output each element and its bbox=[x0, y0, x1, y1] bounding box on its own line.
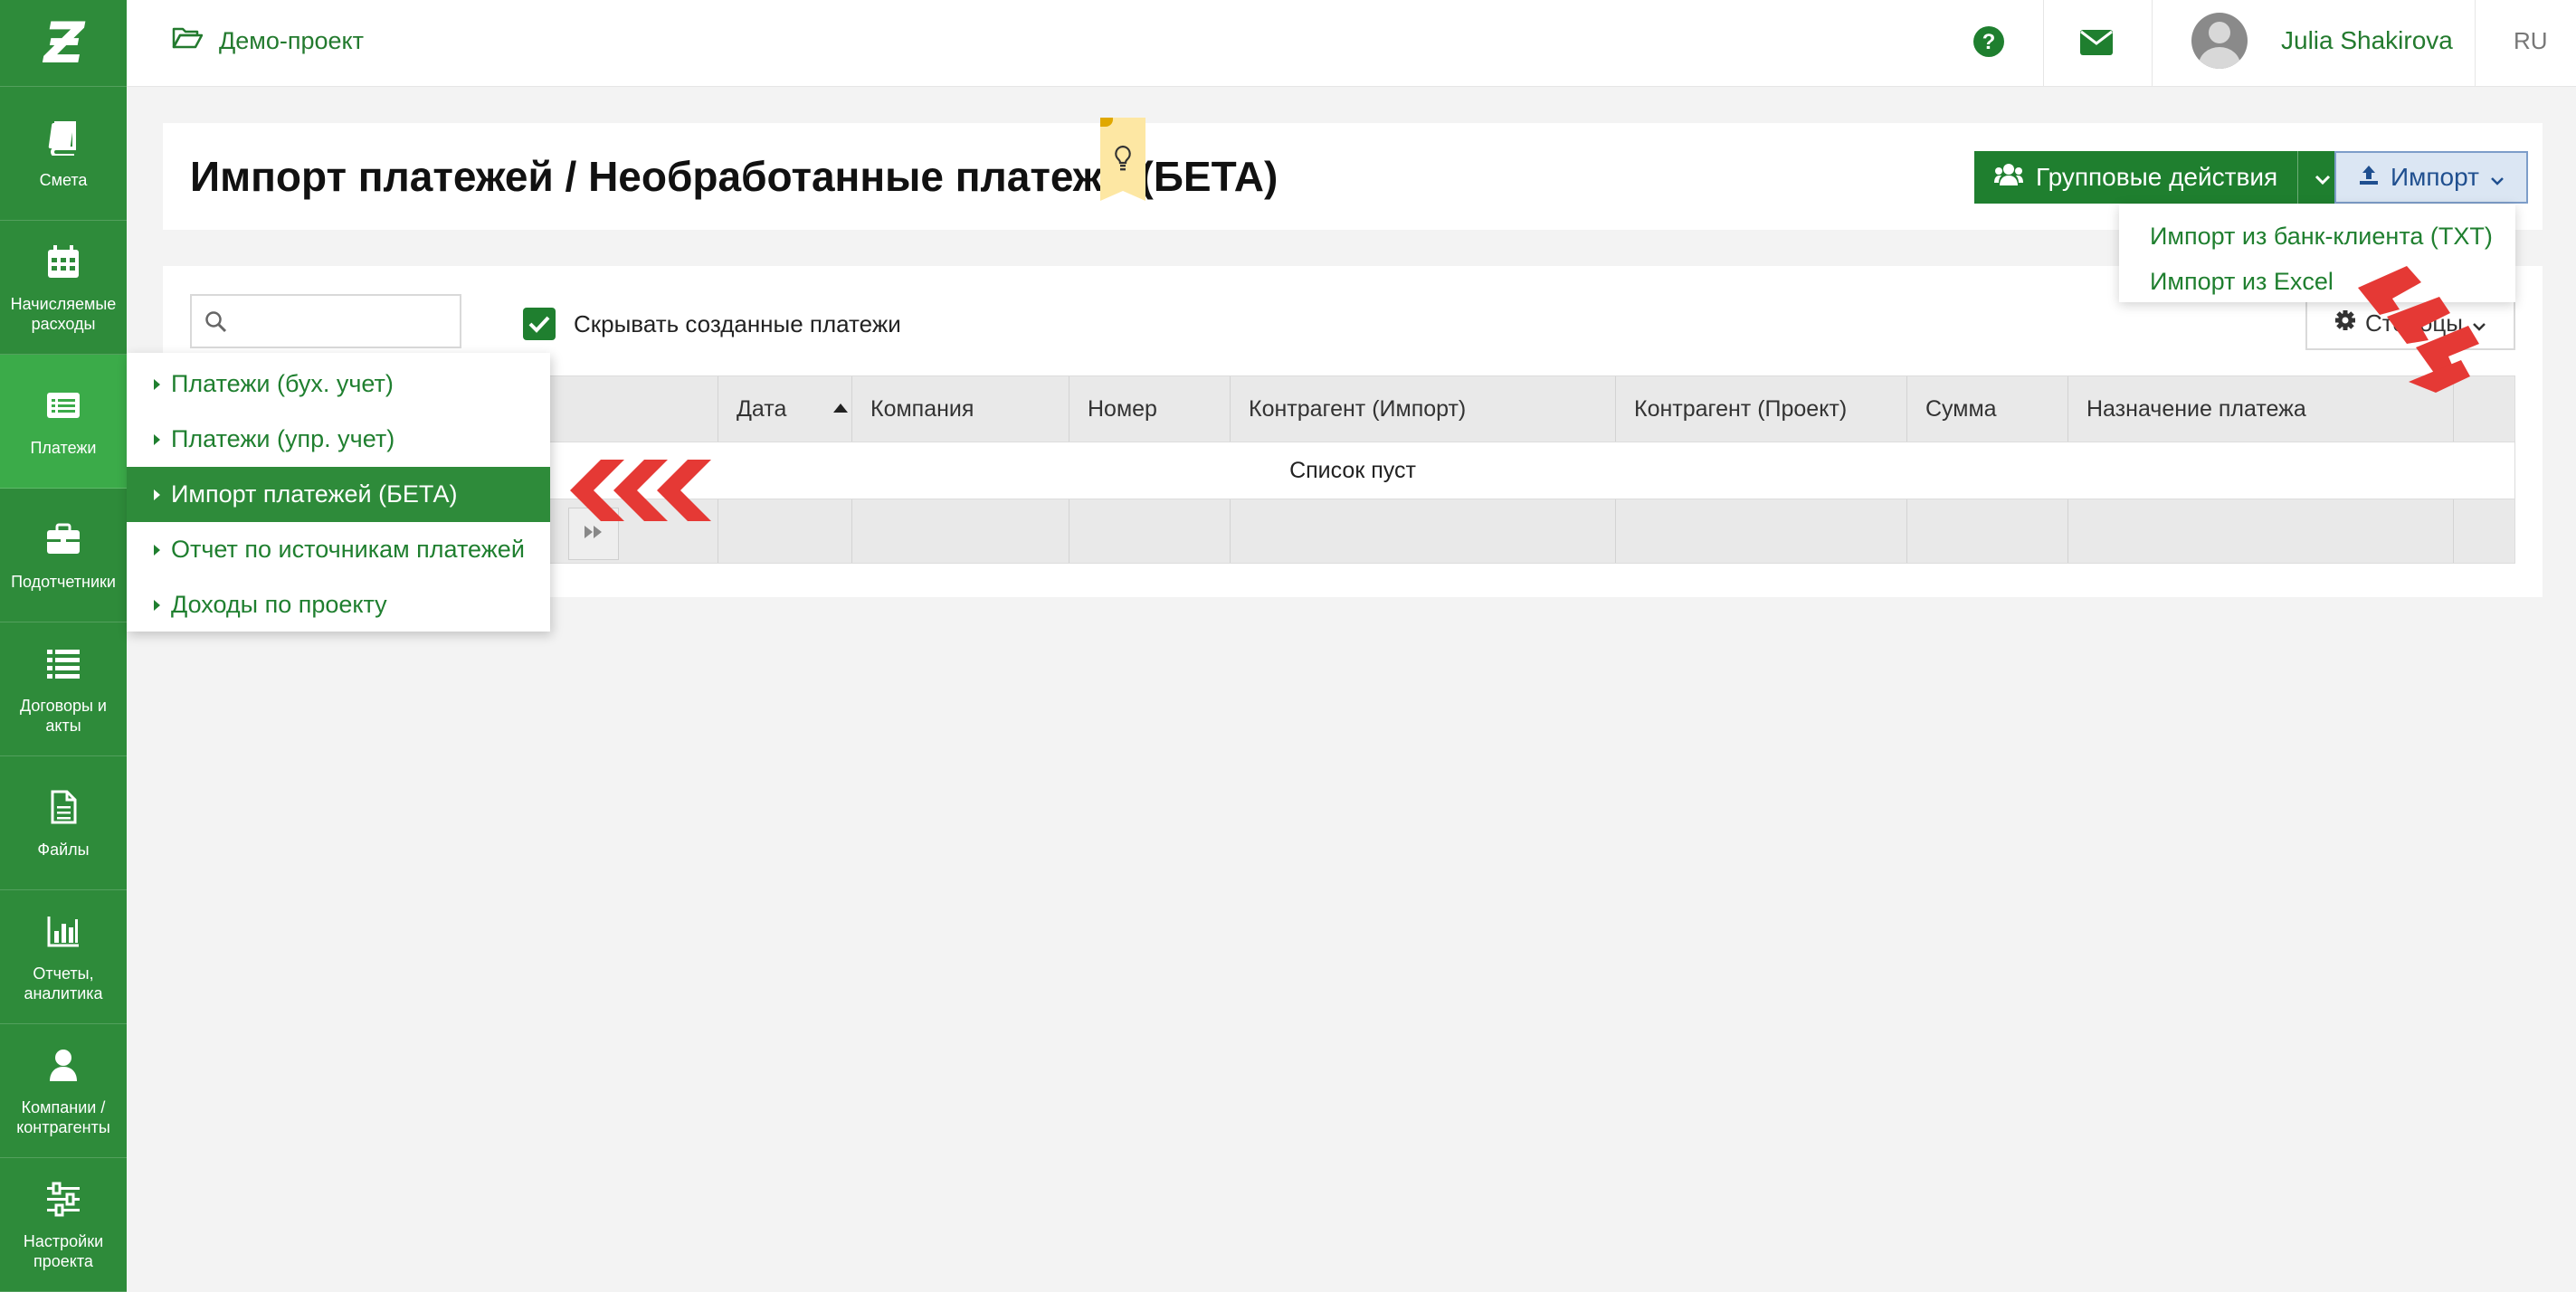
hide-created-payments-label: Скрывать созданные платежи bbox=[574, 309, 901, 337]
column-header-counterparty-import[interactable]: Контрагент (Импорт) bbox=[1230, 376, 1615, 442]
briefcase-icon bbox=[43, 519, 83, 559]
upload-icon bbox=[2358, 163, 2380, 192]
column-header-label: Сумма bbox=[1925, 396, 1997, 422]
sidebar-item-contracts[interactable]: Договоры и акты bbox=[0, 622, 127, 756]
mail-icon[interactable] bbox=[2079, 29, 2114, 61]
annotation-arrow-up-left bbox=[2358, 266, 2479, 393]
sidebar-item-accountable-persons[interactable]: Подотчетники bbox=[0, 489, 127, 622]
help-icon[interactable]: ? bbox=[1972, 25, 2005, 62]
column-header-label: Назначение платежа bbox=[2086, 396, 2306, 422]
sidebar-item-estimate[interactable]: Смета bbox=[0, 87, 127, 221]
column-header-date[interactable]: Дата bbox=[718, 376, 851, 442]
column-header-number[interactable]: Номер bbox=[1069, 376, 1230, 442]
caret-right-icon bbox=[154, 489, 160, 500]
sidebar-item-project-settings[interactable]: Настройки проекта bbox=[0, 1158, 127, 1292]
sidebar-item-label: Смета bbox=[39, 170, 88, 189]
users-icon bbox=[1994, 163, 2023, 193]
column-header-amount[interactable]: Сумма bbox=[1906, 376, 2067, 442]
app-logo[interactable]: Ƶ bbox=[0, 0, 127, 87]
list-icon bbox=[43, 643, 83, 683]
search-icon bbox=[204, 310, 228, 338]
caret-right-icon bbox=[154, 378, 160, 390]
import-from-bank-client-item[interactable]: Импорт из банк-клиента (TXT) bbox=[2119, 214, 2515, 259]
submenu-item-payment-import[interactable]: Импорт платежей (БЕТА) bbox=[127, 467, 550, 522]
search-input[interactable] bbox=[190, 294, 461, 348]
svg-text:?: ? bbox=[1982, 30, 1996, 54]
submenu-item-label: Платежи (бух. учет) bbox=[171, 370, 394, 397]
caret-right-icon bbox=[154, 544, 160, 556]
book-icon bbox=[43, 118, 83, 157]
user-name[interactable]: Julia Shakirova bbox=[2281, 26, 2453, 55]
sidebar-item-payments[interactable]: Платежи bbox=[0, 355, 127, 489]
submenu-item-management-payments[interactable]: Платежи (упр. учет) bbox=[127, 412, 550, 467]
sidebar-item-files[interactable]: Файлы bbox=[0, 756, 127, 890]
column-header-counterparty-project[interactable]: Контрагент (Проект) bbox=[1615, 376, 1906, 442]
sidebar-item-label: Компании / контрагенты bbox=[16, 1097, 110, 1136]
sliders-icon bbox=[43, 1179, 83, 1219]
folder-open-icon bbox=[172, 25, 204, 57]
column-header-label: Номер bbox=[1088, 396, 1157, 422]
submenu-item-label: Импорт платежей (БЕТА) bbox=[171, 480, 458, 508]
sidebar-item-label: Настройки проекта bbox=[23, 1231, 104, 1270]
column-header-label: Контрагент (Проект) bbox=[1634, 396, 1848, 422]
submenu-item-accounting-payments[interactable]: Платежи (бух. учет) bbox=[127, 356, 550, 412]
submenu-item-project-income[interactable]: Доходы по проекту bbox=[127, 577, 550, 632]
user-icon bbox=[43, 1045, 83, 1085]
chevron-down-icon bbox=[2315, 163, 2331, 192]
checkbox-checked[interactable] bbox=[523, 308, 556, 340]
logo-mark: Ƶ bbox=[43, 10, 85, 76]
chevron-down-icon bbox=[2490, 163, 2505, 192]
submenu-item-label: Платежи (упр. учет) bbox=[171, 425, 395, 452]
column-header-label: Контрагент (Импорт) bbox=[1249, 396, 1467, 422]
sidebar-item-companies[interactable]: Компании / контрагенты bbox=[0, 1024, 127, 1158]
sidebar-item-label: Подотчетники bbox=[11, 572, 116, 591]
sidebar-item-label: Платежи bbox=[30, 438, 97, 457]
column-header-label: Компания bbox=[870, 396, 974, 422]
sidebar-item-reports[interactable]: Отчеты, аналитика bbox=[0, 890, 127, 1024]
project-name: Демо-проект bbox=[219, 27, 365, 54]
sidebar-item-label: Файлы bbox=[37, 840, 90, 859]
hide-created-payments-checkbox[interactable]: Скрывать созданные платежи bbox=[523, 308, 901, 340]
sidebar: Ƶ Смета Начисляемые расходы Платежи Подо… bbox=[0, 0, 127, 1292]
top-bar: Демо-проект ? Julia Shakirova RU bbox=[127, 0, 2576, 87]
annotation-arrow-left bbox=[570, 460, 711, 521]
calendar-icon bbox=[43, 242, 83, 281]
payments-icon bbox=[43, 385, 83, 425]
submenu-item-label: Доходы по проекту bbox=[171, 591, 387, 618]
caret-right-icon bbox=[154, 433, 160, 445]
submenu-item-label: Отчет по источникам платежей bbox=[171, 536, 525, 563]
tips-bookmark[interactable] bbox=[1100, 118, 1145, 201]
avatar[interactable] bbox=[2191, 13, 2248, 69]
file-icon bbox=[43, 787, 83, 827]
sidebar-item-label: Начисляемые расходы bbox=[10, 294, 117, 333]
group-actions-button-group: Групповые действия bbox=[1974, 151, 2348, 204]
sidebar-item-accrued-expenses[interactable]: Начисляемые расходы bbox=[0, 221, 127, 355]
sort-ascending-icon[interactable] bbox=[833, 404, 848, 413]
sidebar-item-label: Договоры и акты bbox=[20, 696, 107, 735]
import-label: Импорт bbox=[2391, 163, 2479, 191]
caret-right-icon bbox=[154, 599, 160, 611]
group-actions-button[interactable]: Групповые действия bbox=[1974, 151, 2298, 204]
payments-submenu: Платежи (бух. учет) Платежи (упр. учет) … bbox=[127, 353, 550, 632]
bar-chart-icon bbox=[43, 911, 83, 951]
sidebar-item-label: Отчеты, аналитика bbox=[24, 964, 103, 1002]
language-switcher[interactable]: RU bbox=[2514, 27, 2548, 55]
column-header-label: Дата bbox=[737, 396, 787, 422]
submenu-item-payment-sources-report[interactable]: Отчет по источникам платежей bbox=[127, 522, 550, 577]
column-header-company[interactable]: Компания bbox=[851, 376, 1069, 442]
import-button[interactable]: Импорт bbox=[2334, 151, 2528, 204]
project-selector[interactable]: Демо-проект bbox=[172, 25, 364, 57]
group-actions-label: Групповые действия bbox=[2036, 163, 2278, 191]
